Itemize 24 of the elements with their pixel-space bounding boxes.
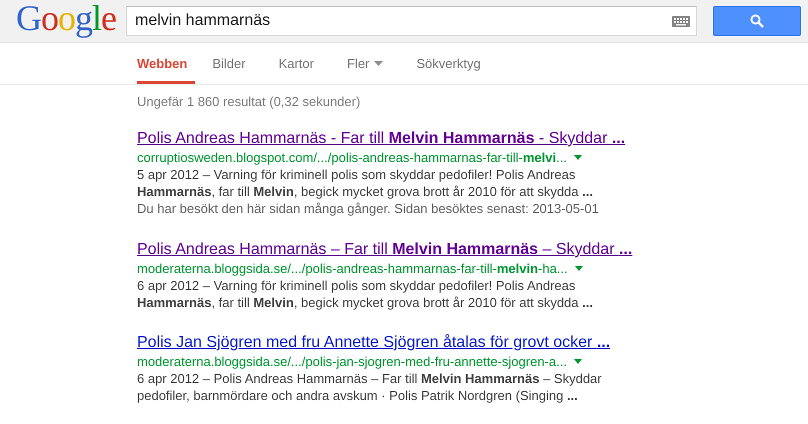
result-title-link[interactable]: Polis Andreas Hammarnäs - Far till Melvin Hammarnäs - Skyddar ... [137,129,626,148]
nav-tab[interactable]: Webben [137,43,196,84]
result-url: corruptiosweden.blogspot.com/.../polis-andreas-hammarnas-far-till-melvi... [137,150,567,164]
search-field[interactable]: melvin hammarnäs [126,6,697,36]
result-snippet: 6 apr 2012 – Polis Andreas Hammarnäs – Far till Melvin Hammarnäs – Skyddar pedofiler, barnmördare och andra avskum · Polis Patrik Nordgren (Singing ... [137,370,603,404]
nav-tab[interactable]: Fler [346,43,400,84]
nav-tab[interactable]: Sökverktyg [416,43,497,84]
result-url: moderaterna.bloggsida.se/.../polis-jan-sjogren-med-fru-annette-sjogren-a... [137,354,567,368]
search-icon [750,14,764,28]
result-url: moderaterna.bloggsida.se/.../polis-andreas-hammarnas-far-till-melvin-ha... [137,260,568,276]
nav-tab[interactable]: Kartor [278,43,330,84]
result-title-link[interactable]: Polis Jan Sjögren med fru Annette Sjögren åtalas för grovt ocker ... [137,333,610,352]
result-snippet: 5 apr 2012 – Varning för kriminell polis som skyddar pedofiler! Polis Andreas Hammarnäs, far till Melvin, begick mycket grova brott år 2010 för att skydda ... [137,166,594,200]
google-logo[interactable]: Google [0,0,126,36]
result-snippet: 6 apr 2012 – Varning för kriminell polis som skyddar pedofiler! Polis Andreas Hammarnäs, far till Melvin, begick mycket grova brott år 2010 för att skydda ... [137,277,594,311]
caret-icon[interactable] [574,358,582,364]
result-stats: Ungefär 1 860 resultat (0,32 sekunder) [137,94,362,109]
nav-tab[interactable]: Bilder [212,43,262,84]
caret-icon[interactable] [574,154,582,160]
keyboard-icon[interactable] [672,16,690,27]
caret-icon[interactable] [574,266,583,270]
search-button[interactable] [713,6,801,36]
result-title-link[interactable]: Polis Andreas Hammarnäs – Far till Melvin Hammarnäs – Skyddar ... [137,240,632,259]
visit-note: Du har besökt den här sidan många gånger. Sidan besöktes senast: 2013-05-01 [137,200,600,218]
